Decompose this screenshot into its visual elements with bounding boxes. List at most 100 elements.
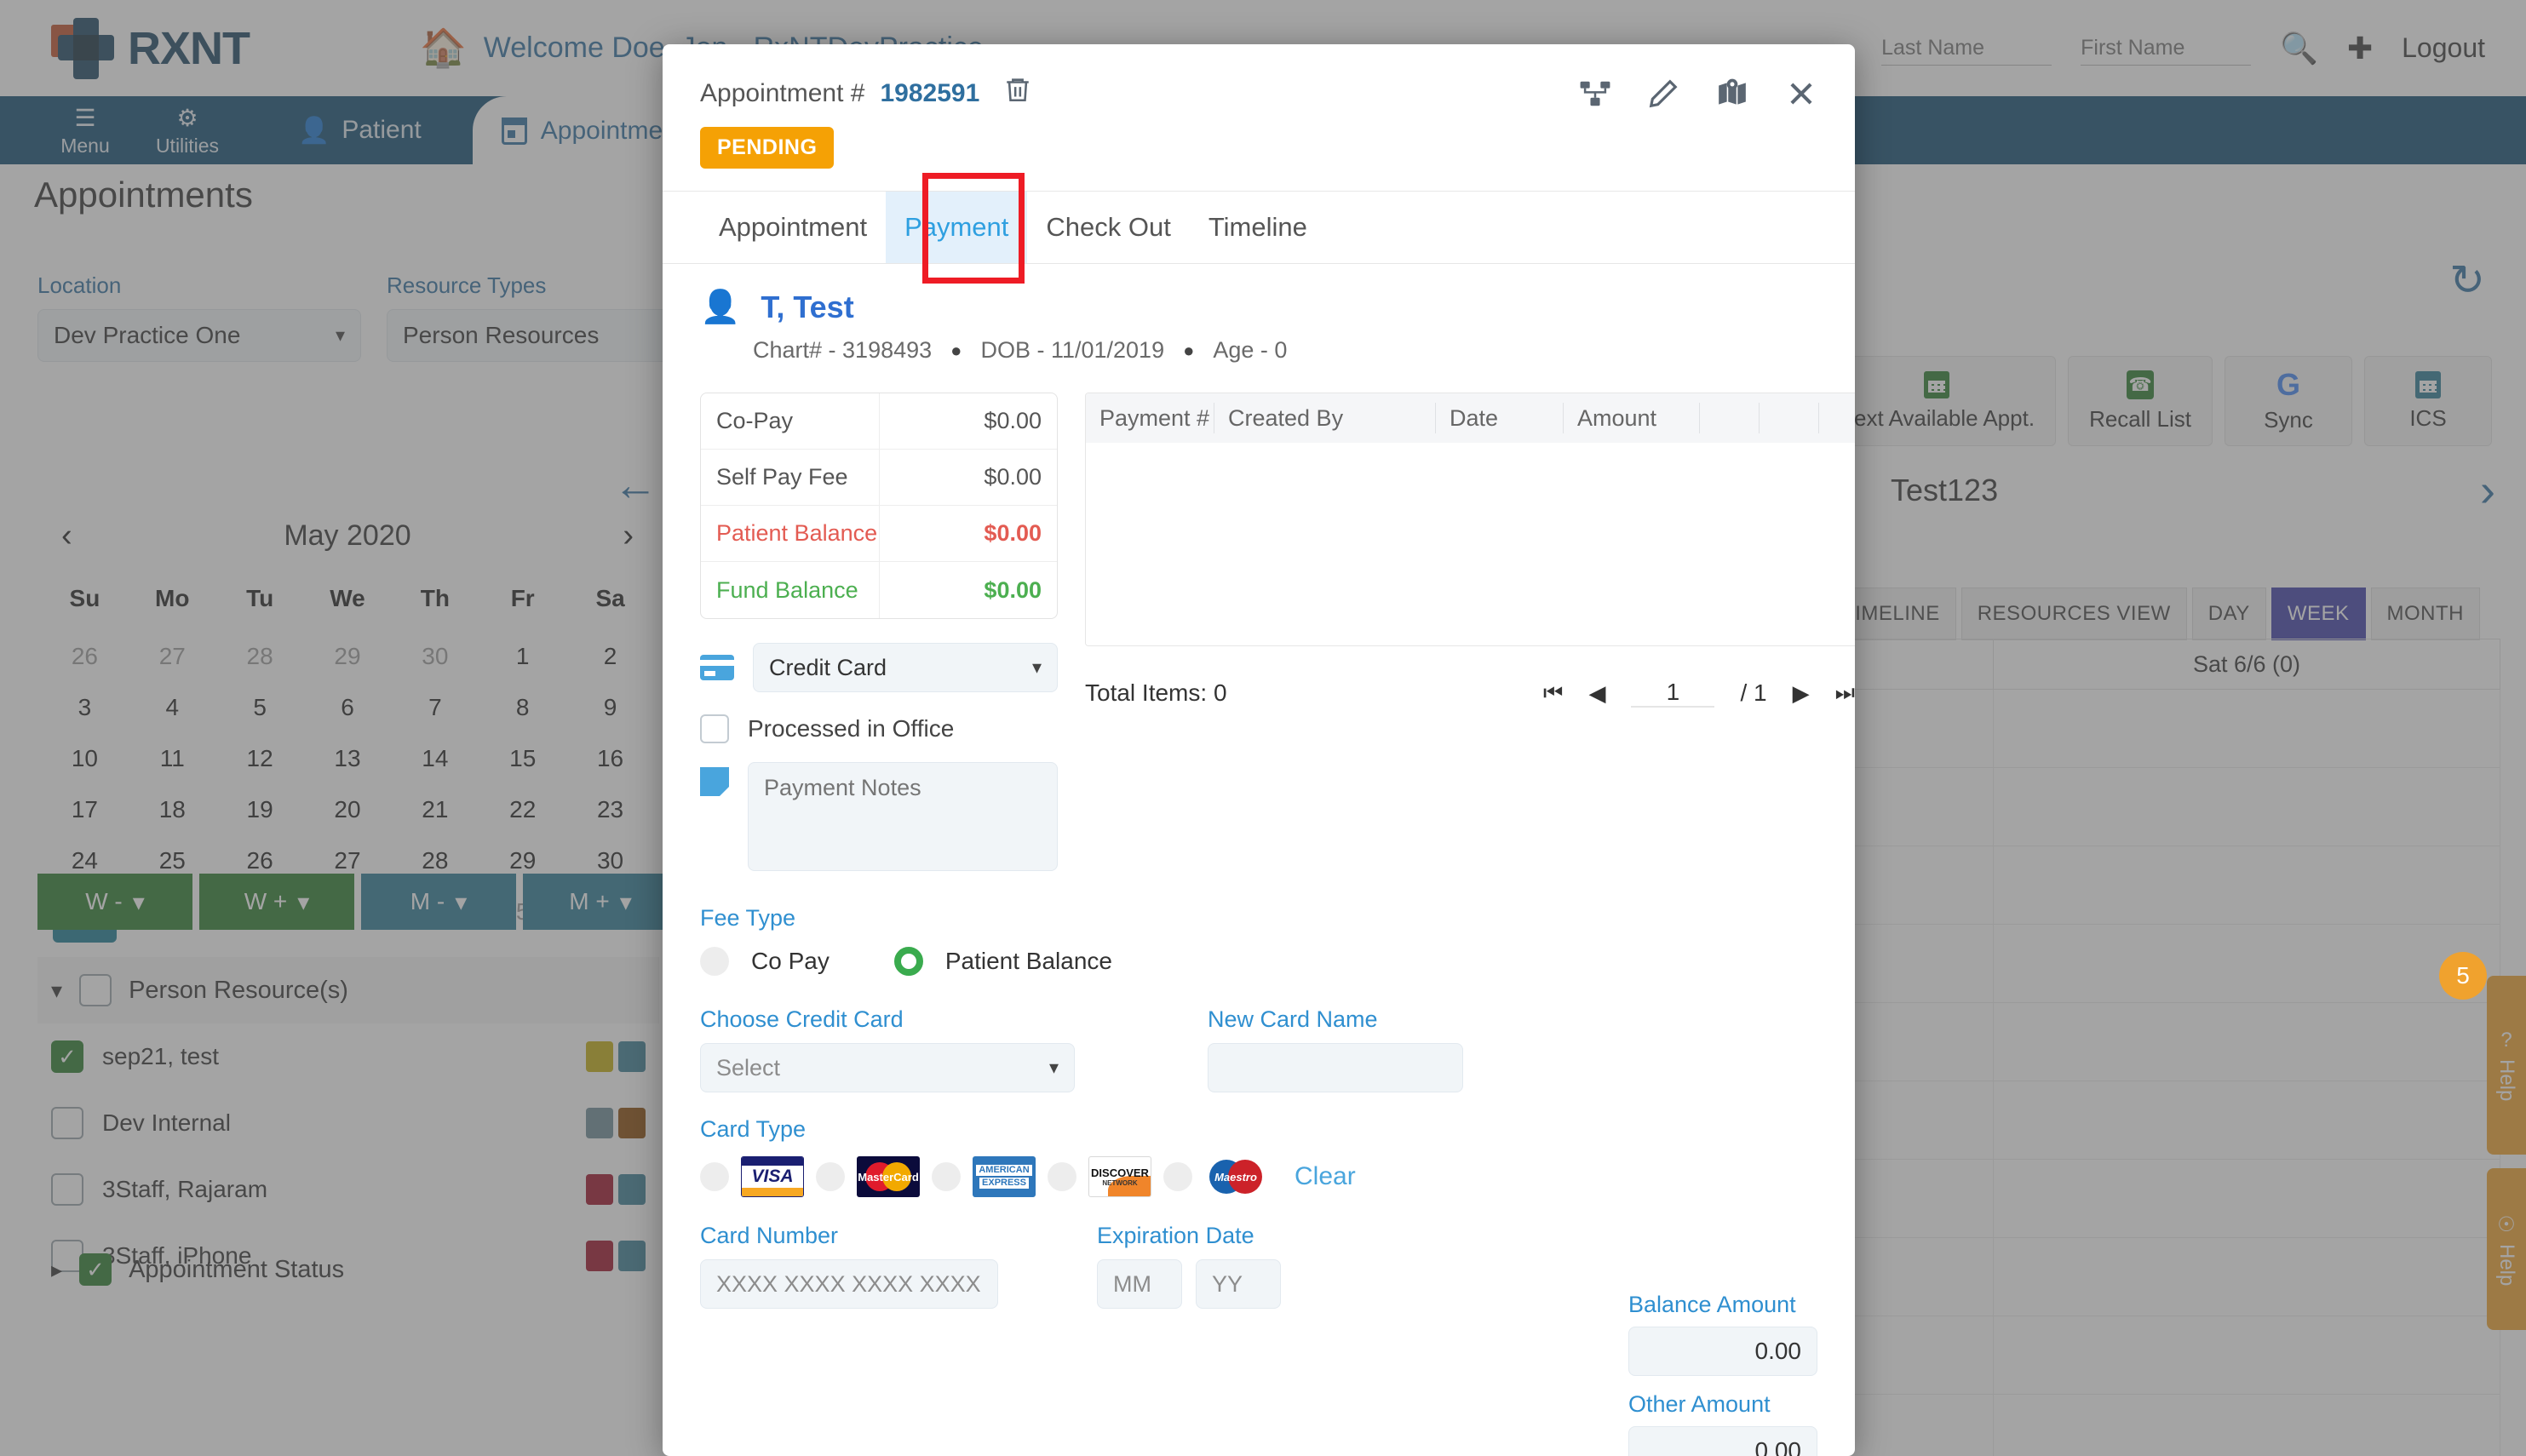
calendar-day[interactable]: 6 bbox=[304, 682, 392, 733]
discover-icon[interactable]: DISCOVER NETWORK bbox=[1088, 1156, 1151, 1197]
resource-list-item[interactable]: ✓ sep21, test bbox=[37, 1023, 659, 1090]
choose-credit-card-select[interactable]: Select ▾ bbox=[700, 1043, 1075, 1092]
search-icon[interactable]: 🔍 bbox=[2280, 31, 2318, 66]
schedule-grid-cell[interactable] bbox=[1994, 1160, 2500, 1237]
calendar-day[interactable]: 18 bbox=[129, 784, 216, 835]
schedule-grid-cell[interactable] bbox=[1994, 1003, 2500, 1081]
toolbar-button[interactable]: G Sync bbox=[2225, 356, 2352, 446]
calendar-day[interactable]: 1 bbox=[479, 631, 566, 682]
person-resources-checkbox[interactable] bbox=[79, 974, 112, 1006]
nav-item-patient[interactable]: 👤 Patient bbox=[298, 116, 422, 146]
fee-type-radio[interactable] bbox=[893, 947, 923, 976]
toolbar-button[interactable]: ICS bbox=[2364, 356, 2492, 446]
resource-checkbox[interactable] bbox=[51, 1107, 83, 1139]
payments-column-header[interactable]: Created By bbox=[1214, 403, 1435, 433]
calendar-day[interactable]: 21 bbox=[391, 784, 479, 835]
logout-button[interactable]: Logout bbox=[2402, 32, 2485, 64]
calendar-day[interactable]: 22 bbox=[479, 784, 566, 835]
new-card-name-input[interactable] bbox=[1208, 1043, 1463, 1092]
mastercard-icon[interactable]: MasterCard bbox=[857, 1156, 920, 1197]
nav-item-menu[interactable]: ☰ Menu bbox=[34, 104, 136, 158]
payments-column-header[interactable]: Payment # bbox=[1086, 403, 1214, 433]
next-page-icon[interactable]: ▶ bbox=[1793, 680, 1810, 707]
resource-checkbox[interactable]: ✓ bbox=[51, 1040, 83, 1073]
last-name-input[interactable] bbox=[1881, 31, 2052, 66]
calendar-day[interactable]: 7 bbox=[391, 682, 479, 733]
schedule-grid-cell[interactable] bbox=[1994, 1238, 2500, 1316]
schedule-grid-cell[interactable] bbox=[1994, 1081, 2500, 1159]
delete-trash-icon[interactable] bbox=[1003, 73, 1032, 113]
quick-range-button[interactable]: M - ▾ bbox=[361, 874, 516, 930]
card-type-radio-visa[interactable] bbox=[700, 1162, 729, 1191]
calendar-day[interactable]: 30 bbox=[391, 631, 479, 682]
calendar-day[interactable]: 16 bbox=[566, 733, 654, 784]
calendar-day[interactable]: 29 bbox=[304, 631, 392, 682]
prev-page-icon[interactable]: ◀ bbox=[1588, 680, 1605, 707]
resource-list-item[interactable]: Dev Internal bbox=[37, 1090, 659, 1156]
first-page-icon[interactable]: ⏮ bbox=[1543, 679, 1563, 707]
toolbar-button[interactable]: ☎ Recall List bbox=[2068, 356, 2213, 446]
calendar-day[interactable]: 12 bbox=[216, 733, 304, 784]
plus-icon[interactable]: ✚ bbox=[2347, 31, 2373, 66]
calendar-day[interactable]: 15 bbox=[479, 733, 566, 784]
tab-appointment[interactable]: Appointment bbox=[700, 192, 886, 263]
appointment-number-value[interactable]: 1982591 bbox=[880, 79, 979, 108]
card-type-radio-maestro[interactable] bbox=[1163, 1162, 1192, 1191]
schedule-grid-cell[interactable] bbox=[1994, 1395, 2500, 1456]
location-select[interactable]: Dev Practice One ▾ bbox=[37, 309, 361, 362]
close-icon[interactable] bbox=[1785, 77, 1817, 110]
payments-column-header[interactable]: Amount bbox=[1563, 403, 1699, 433]
expiration-month-input[interactable] bbox=[1097, 1259, 1182, 1309]
amount-field-input[interactable]: 0.00 bbox=[1628, 1426, 1817, 1456]
quick-range-button[interactable]: W - ▾ bbox=[37, 874, 192, 930]
card-type-radio-mastercard[interactable] bbox=[816, 1162, 845, 1191]
processed-in-office-row[interactable]: Processed in Office bbox=[700, 714, 1058, 743]
calendar-day[interactable]: 23 bbox=[566, 784, 654, 835]
home-icon[interactable]: 🏠 bbox=[420, 29, 467, 67]
last-page-icon[interactable]: ⏭ bbox=[1835, 679, 1855, 707]
processed-in-office-checkbox[interactable] bbox=[700, 714, 729, 743]
calendar-day[interactable]: 3 bbox=[41, 682, 129, 733]
tab-payment[interactable]: Payment bbox=[886, 192, 1028, 263]
calendar-prev-icon[interactable]: ‹ bbox=[61, 518, 72, 554]
fee-type-option[interactable]: Co Pay bbox=[700, 947, 872, 976]
calendar-day[interactable]: 9 bbox=[566, 682, 654, 733]
view-toggle-day[interactable]: DAY bbox=[2191, 588, 2266, 640]
calendar-day[interactable]: 8 bbox=[479, 682, 566, 733]
calendar-day[interactable]: 10 bbox=[41, 733, 129, 784]
calendar-day[interactable]: 14 bbox=[391, 733, 479, 784]
view-toggle-month[interactable]: MONTH bbox=[2370, 588, 2480, 640]
schedule-grid-cell[interactable] bbox=[1994, 925, 2500, 1002]
help-tab-top[interactable]: ? Help bbox=[2487, 976, 2526, 1155]
clear-card-type-link[interactable]: Clear bbox=[1295, 1162, 1356, 1191]
visa-icon[interactable]: VISA bbox=[741, 1156, 804, 1197]
nav-item-utilities[interactable]: ⚙ Utilities bbox=[136, 104, 238, 158]
schedule-grid-cell[interactable] bbox=[1994, 1316, 2500, 1394]
appointment-status-checkbox[interactable]: ✓ bbox=[79, 1253, 112, 1286]
payments-column-header[interactable]: Date bbox=[1435, 403, 1563, 433]
patient-name[interactable]: T, Test bbox=[761, 289, 853, 325]
hierarchy-icon[interactable] bbox=[1579, 77, 1611, 110]
view-toggle-week[interactable]: WEEK bbox=[2271, 588, 2366, 640]
rxnt-logo[interactable]: RXNT bbox=[51, 16, 250, 81]
refresh-icon[interactable]: ↻ bbox=[2449, 255, 2485, 305]
calendar-day[interactable]: 17 bbox=[41, 784, 129, 835]
schedule-grid-cell[interactable] bbox=[1994, 846, 2500, 924]
calendar-day[interactable]: 20 bbox=[304, 784, 392, 835]
calendar-day[interactable]: 26 bbox=[41, 631, 129, 682]
resource-list-item[interactable]: 3Staff, Rajaram bbox=[37, 1156, 659, 1223]
calendar-day[interactable]: 28 bbox=[216, 631, 304, 682]
payment-method-select[interactable]: Credit Card ▾ bbox=[753, 643, 1058, 692]
calendar-day[interactable]: 11 bbox=[129, 733, 216, 784]
fee-type-radio[interactable] bbox=[700, 947, 729, 976]
page-number-input[interactable] bbox=[1631, 679, 1715, 708]
view-toggle-resources-view[interactable]: RESOURCES VIEW bbox=[1961, 588, 2187, 640]
schedule-next-arrow-icon[interactable]: › bbox=[2480, 464, 2495, 517]
card-number-input[interactable] bbox=[700, 1259, 998, 1309]
calendar-next-icon[interactable]: › bbox=[623, 518, 634, 554]
collapse-left-panel-arrow[interactable]: ← bbox=[613, 460, 657, 511]
maestro-icon[interactable]: Maestro bbox=[1204, 1156, 1267, 1197]
calendar-day[interactable]: 13 bbox=[304, 733, 392, 784]
expiration-year-input[interactable] bbox=[1196, 1259, 1281, 1309]
tab-timeline[interactable]: Timeline bbox=[1190, 192, 1326, 263]
